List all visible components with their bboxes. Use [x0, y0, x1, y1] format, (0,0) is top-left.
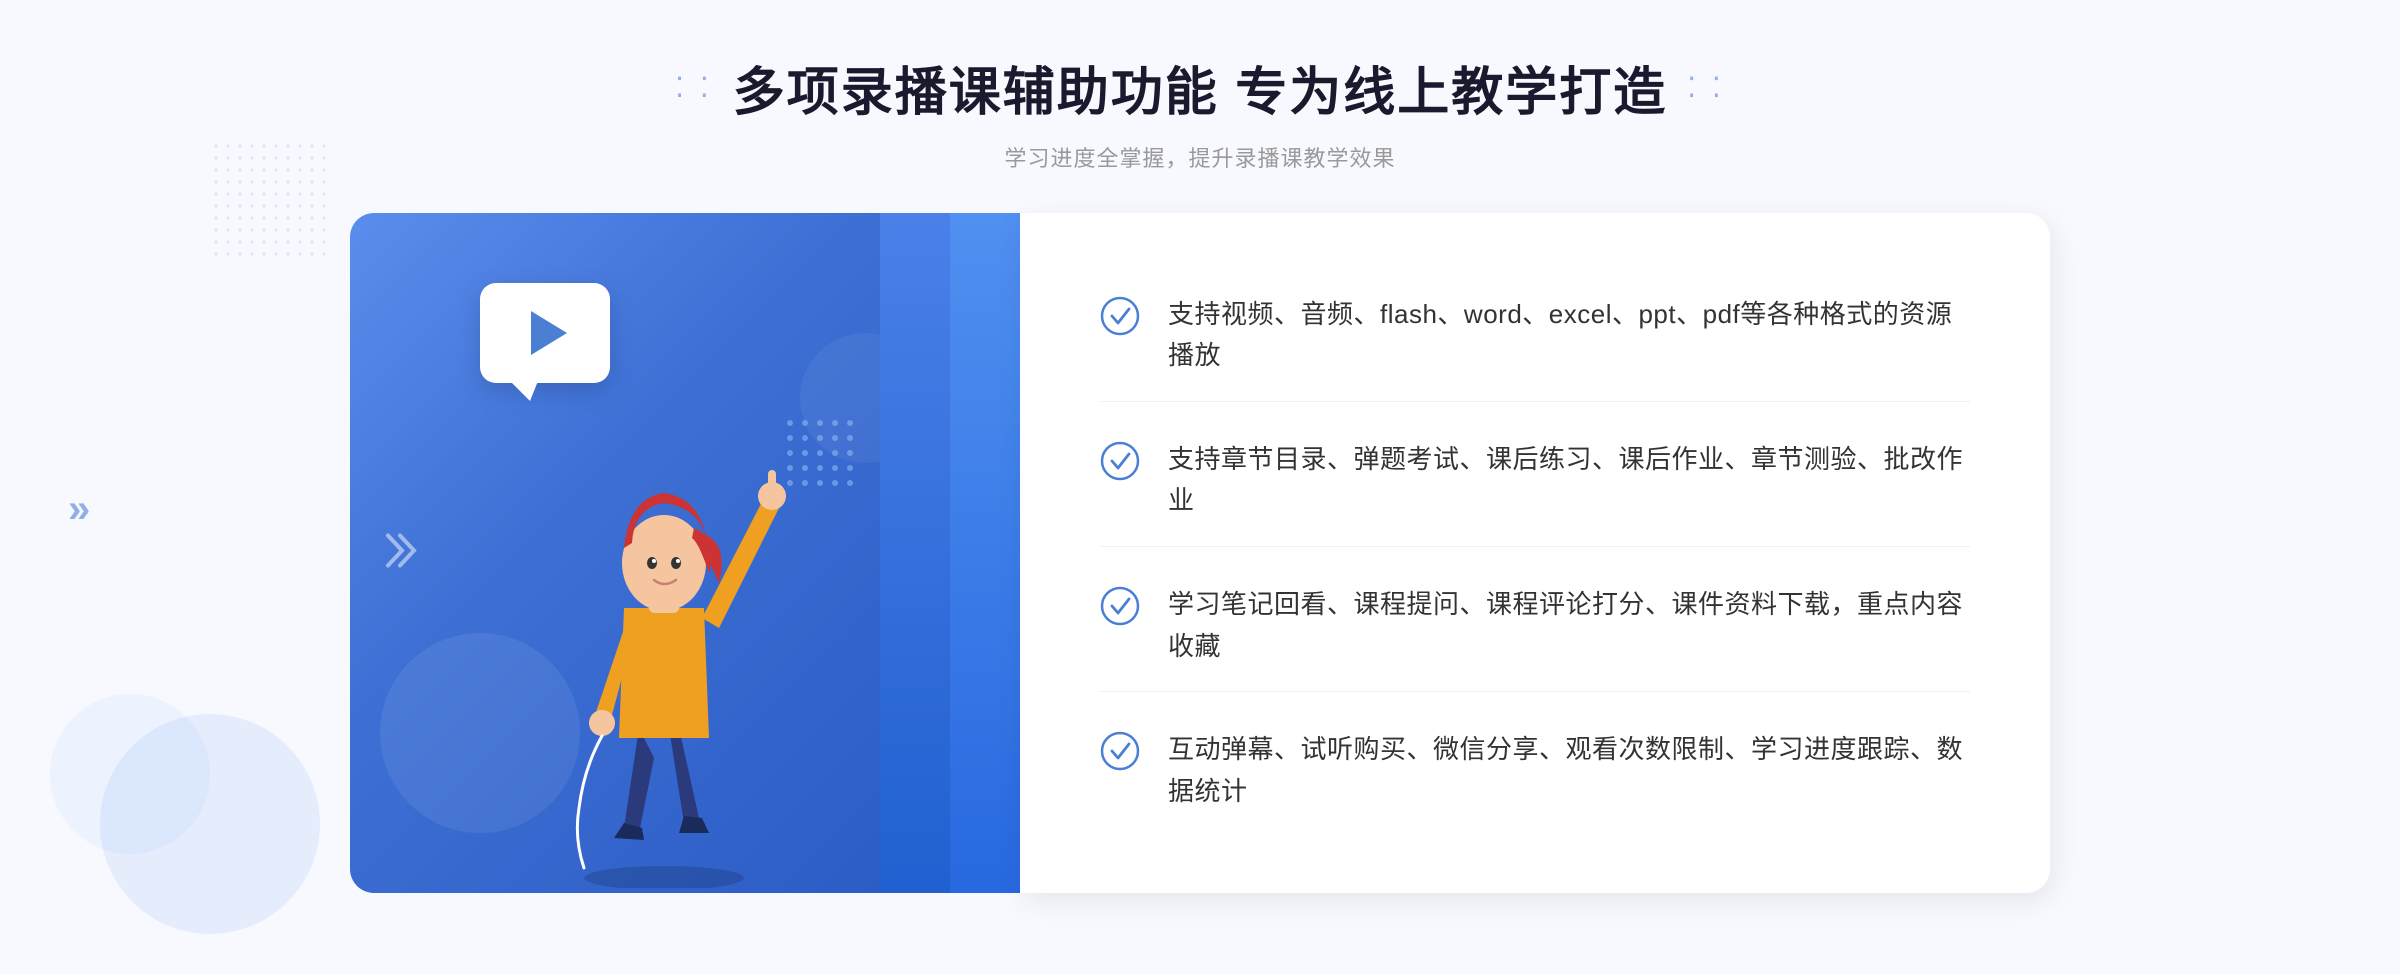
header-deco-right: ⁚ ⁚ [1687, 71, 1725, 104]
feature-item-2: 支持章节目录、弹题考试、课后练习、课后作业、章节测验、批改作业 [1100, 415, 1970, 547]
play-bubble [480, 283, 610, 383]
check-icon-2 [1100, 441, 1140, 481]
play-triangle-icon [531, 311, 567, 355]
check-icon-4 [1100, 731, 1140, 771]
feature-text-3: 学习笔记回看、课程提问、课程评论打分、课件资料下载，重点内容收藏 [1168, 584, 1970, 667]
check-icon-3 [1100, 586, 1140, 626]
deco-circle-medium [50, 694, 210, 854]
feature-item-3: 学习笔记回看、课程提问、课程评论打分、课件资料下载，重点内容收藏 [1100, 560, 1970, 692]
header-title-row: ⁚ ⁚ 多项录播课辅助功能 专为线上教学打造 ⁚ ⁚ [675, 50, 1725, 125]
page-container: » ⁚ ⁚ 多项录播课辅助功能 专为线上教学打造 ⁚ ⁚ 学习进度全掌握，提升录… [0, 0, 2400, 974]
blue-separator-bar [950, 213, 1020, 893]
feature-item-1: 支持视频、音频、flash、word、excel、ppt、pdf等各种格式的资源… [1100, 270, 1970, 402]
header-section: ⁚ ⁚ 多项录播课辅助功能 专为线上教学打造 ⁚ ⁚ 学习进度全掌握，提升录播课… [675, 50, 1725, 173]
page-subtitle: 学习进度全掌握，提升录播课教学效果 [675, 141, 1725, 173]
illustration-panel [350, 213, 950, 893]
feature-item-4: 互动弹幕、试听购买、微信分享、观看次数限制、学习进度跟踪、数据统计 [1100, 705, 1970, 836]
left-chevron-decoration: » [68, 487, 90, 532]
page-title: 多项录播课辅助功能 专为线上教学打造 [733, 50, 1667, 125]
chevron-right-icon [380, 526, 430, 581]
content-panel: 支持视频、音频、flash、word、excel、ppt、pdf等各种格式的资源… [1020, 213, 2050, 893]
human-figure-illustration [524, 408, 804, 893]
header-deco-left: ⁚ ⁚ [675, 71, 713, 104]
feature-text-1: 支持视频、音频、flash、word、excel、ppt、pdf等各种格式的资源… [1168, 294, 1970, 377]
stripe-decoration [880, 213, 950, 893]
check-icon-1 [1100, 296, 1140, 336]
main-content: 支持视频、音频、flash、word、excel、ppt、pdf等各种格式的资源… [350, 213, 2050, 893]
dot-pattern-topleft [210, 140, 330, 260]
feature-text-4: 互动弹幕、试听购买、微信分享、观看次数限制、学习进度跟踪、数据统计 [1168, 729, 1970, 812]
feature-text-2: 支持章节目录、弹题考试、课后练习、课后作业、章节测验、批改作业 [1168, 439, 1970, 522]
